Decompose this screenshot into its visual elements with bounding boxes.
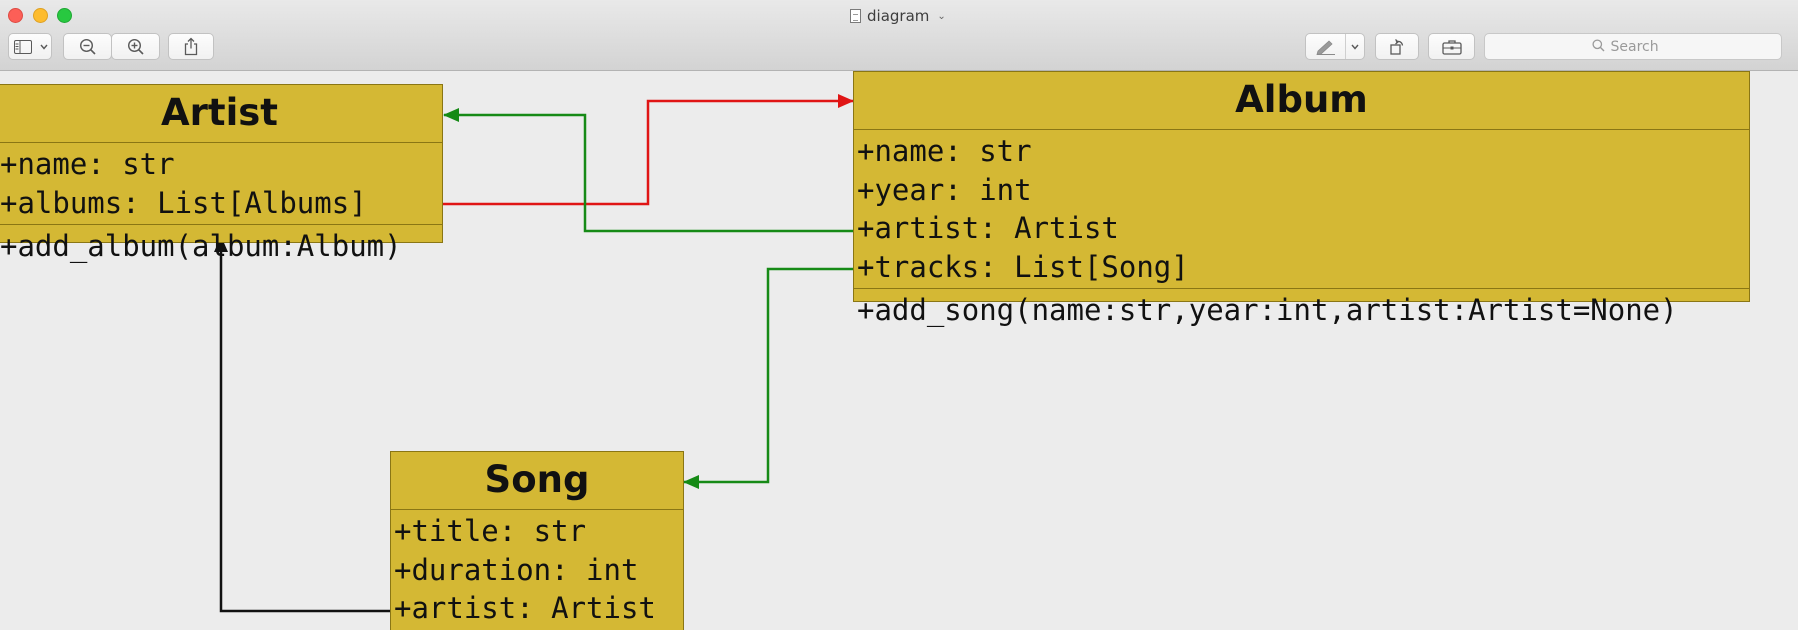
link-album-artist-to-artist xyxy=(443,108,855,233)
search-icon xyxy=(1591,37,1605,56)
zoom-out-icon xyxy=(79,38,97,56)
zoom-in-icon xyxy=(127,38,145,56)
link-song-artist-to-artist xyxy=(214,236,390,613)
zoom-in-button[interactable] xyxy=(111,33,160,60)
attributes-compartment: +title: str +duration: int +artist: Arti… xyxy=(391,510,683,630)
class-name: Artist xyxy=(0,85,442,143)
attribute-row: +title: str xyxy=(394,514,587,548)
attribute-row: +tracks: List[Song] xyxy=(857,249,1189,284)
sidebar-view-button[interactable] xyxy=(8,33,52,60)
attribute-row: +albums: List[Albums] xyxy=(0,185,367,220)
search-field[interactable] xyxy=(1484,33,1782,60)
attributes-compartment: +name: str +year: int +artist: Artist +t… xyxy=(854,130,1749,289)
class-name: Album xyxy=(854,72,1749,130)
share-icon xyxy=(183,37,199,56)
method-row: +add_album(album:Album) xyxy=(0,229,402,263)
attribute-row: +name: str xyxy=(0,147,175,181)
window-title-text: diagram xyxy=(867,7,930,25)
methods-compartment: +add_album(album:Album) xyxy=(0,225,442,268)
class-artist[interactable]: Artist +name: str +albums: List[Albums] … xyxy=(0,84,443,263)
attribute-row: +name: str xyxy=(857,134,1032,168)
pen-icon xyxy=(1306,34,1345,59)
close-window-button[interactable] xyxy=(8,8,23,23)
chevron-down-icon xyxy=(37,34,51,59)
method-row: +add_song(name:str,year:int,artist:Artis… xyxy=(857,293,1678,327)
diagram-canvas: Artist +name: str +albums: List[Albums] … xyxy=(0,71,1798,630)
attribute-row: +artist: Artist xyxy=(857,211,1119,245)
document-icon xyxy=(850,9,861,23)
methods-compartment: +add_song(name:str,year:int,artist:Artis… xyxy=(854,289,1749,332)
minimize-window-button[interactable] xyxy=(33,8,48,23)
rotate-icon xyxy=(1388,38,1406,56)
window-title[interactable]: diagram ⌄ xyxy=(850,6,946,26)
link-artist-albums-to-album xyxy=(443,94,854,206)
link-album-tracks-to-song xyxy=(683,267,855,489)
attributes-compartment: +name: str +albums: List[Albums] xyxy=(0,143,442,225)
rotate-button[interactable] xyxy=(1375,33,1419,60)
attribute-row: +artist: Artist xyxy=(394,591,656,625)
window-toolbar: diagram ⌄ xyxy=(0,0,1798,71)
zoom-out-button[interactable] xyxy=(63,33,112,60)
search-input[interactable] xyxy=(1610,38,1675,55)
attribute-row: +duration: int xyxy=(394,552,639,587)
chevron-down-icon: ⌄ xyxy=(937,10,946,22)
class-album[interactable]: Album +name: str +year: int +artist: Art… xyxy=(853,71,1750,327)
class-name: Song xyxy=(391,452,683,510)
toolbox-button[interactable] xyxy=(1428,33,1475,60)
markup-button[interactable] xyxy=(1305,33,1365,60)
attribute-row: +year: int xyxy=(857,172,1032,207)
chevron-down-icon xyxy=(1345,34,1364,59)
toolbox-icon xyxy=(1441,39,1462,55)
zoom-window-button[interactable] xyxy=(57,8,72,23)
class-song[interactable]: Song +title: str +duration: int +artist:… xyxy=(390,451,684,630)
sidebar-icon xyxy=(9,34,37,59)
share-button[interactable] xyxy=(168,33,214,60)
